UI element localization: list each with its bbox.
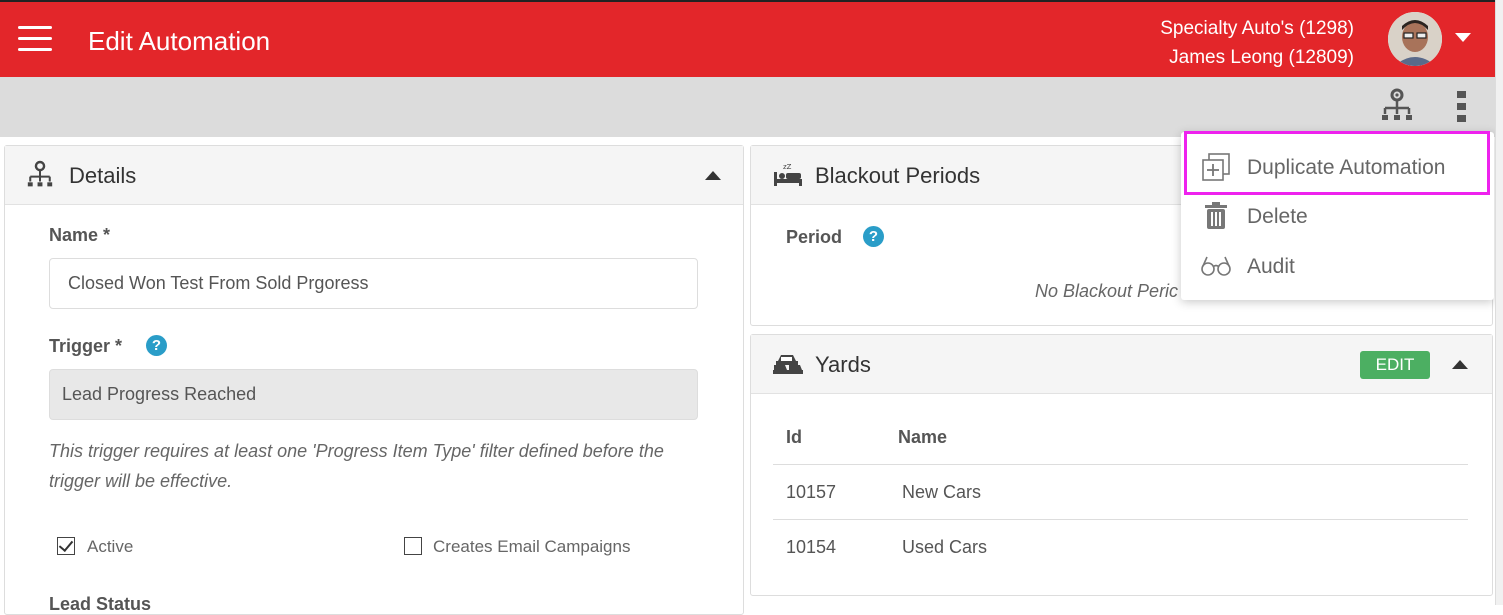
menu-item-label: Delete xyxy=(1247,205,1308,228)
more-vert-icon[interactable] xyxy=(1456,90,1468,129)
menu-item-delete[interactable]: Delete xyxy=(1181,193,1494,241)
bed-icon: zZ xyxy=(773,162,803,193)
workflow-icon[interactable] xyxy=(1381,88,1413,129)
active-checkbox[interactable] xyxy=(57,537,75,555)
menu-item-duplicate-automation[interactable]: Duplicate Automation xyxy=(1181,144,1494,192)
user-name: James Leong (12809) xyxy=(1169,47,1354,68)
details-header: Details xyxy=(5,146,743,205)
details-title: Details xyxy=(69,163,137,188)
account-info: Specialty Auto's (1298) James Leong (128… xyxy=(1160,14,1354,72)
active-label: Active xyxy=(87,537,134,556)
menu-icon[interactable] xyxy=(18,26,52,52)
edit-yards-button[interactable]: EDIT xyxy=(1360,351,1430,379)
column-header-name: Name xyxy=(898,427,948,447)
name-label: Name * xyxy=(49,225,111,245)
creates-email-checkbox[interactable] xyxy=(404,537,422,555)
yards-title: Yards xyxy=(815,352,871,377)
divider xyxy=(773,464,1468,465)
trigger-hint: This trigger requires at least one 'Prog… xyxy=(49,441,664,491)
toolbar xyxy=(0,77,1496,137)
yard-id-cell: 10154 xyxy=(786,537,837,557)
yard-name-cell: Used Cars xyxy=(902,537,988,557)
duplicate-icon xyxy=(1201,152,1231,187)
yard-id-cell: 10157 xyxy=(786,482,837,502)
menu-item-audit[interactable]: Audit xyxy=(1181,243,1494,291)
period-label: Period xyxy=(786,227,843,247)
yard-name-cell: New Cars xyxy=(902,482,982,502)
avatar[interactable] xyxy=(1388,12,1442,66)
name-input[interactable] xyxy=(49,258,698,309)
trigger-select[interactable] xyxy=(49,369,698,420)
page-title: Edit Automation xyxy=(88,26,271,56)
scrollbar[interactable] xyxy=(1495,0,1503,605)
column-header-id: Id xyxy=(786,427,802,447)
collapse-icon[interactable] xyxy=(1452,360,1468,369)
menu-item-label: Audit xyxy=(1247,255,1295,278)
menu-item-label: Duplicate Automation xyxy=(1247,156,1446,179)
help-icon[interactable]: ? xyxy=(146,335,167,356)
app-header: Edit Automation Specialty Auto's (1298) … xyxy=(0,0,1496,77)
more-actions-menu: Duplicate Automation Delete Audit xyxy=(1181,132,1494,300)
trash-icon xyxy=(1204,201,1228,236)
help-icon[interactable]: ? xyxy=(863,226,884,247)
blackout-empty-text: No Blackout Peric xyxy=(1035,281,1179,301)
collapse-icon[interactable] xyxy=(705,171,721,180)
blackout-title: Blackout Periods xyxy=(815,163,981,188)
divider xyxy=(773,519,1468,520)
svg-text:zZ: zZ xyxy=(783,163,792,171)
cars-icon xyxy=(773,352,803,381)
creates-email-label: Creates Email Campaigns xyxy=(433,537,631,556)
glasses-icon xyxy=(1201,255,1231,282)
workflow-icon xyxy=(27,160,53,195)
trigger-label: Trigger * xyxy=(49,336,123,356)
account-dropdown-icon[interactable] xyxy=(1455,33,1471,42)
dealer-name: Specialty Auto's (1298) xyxy=(1160,18,1354,39)
